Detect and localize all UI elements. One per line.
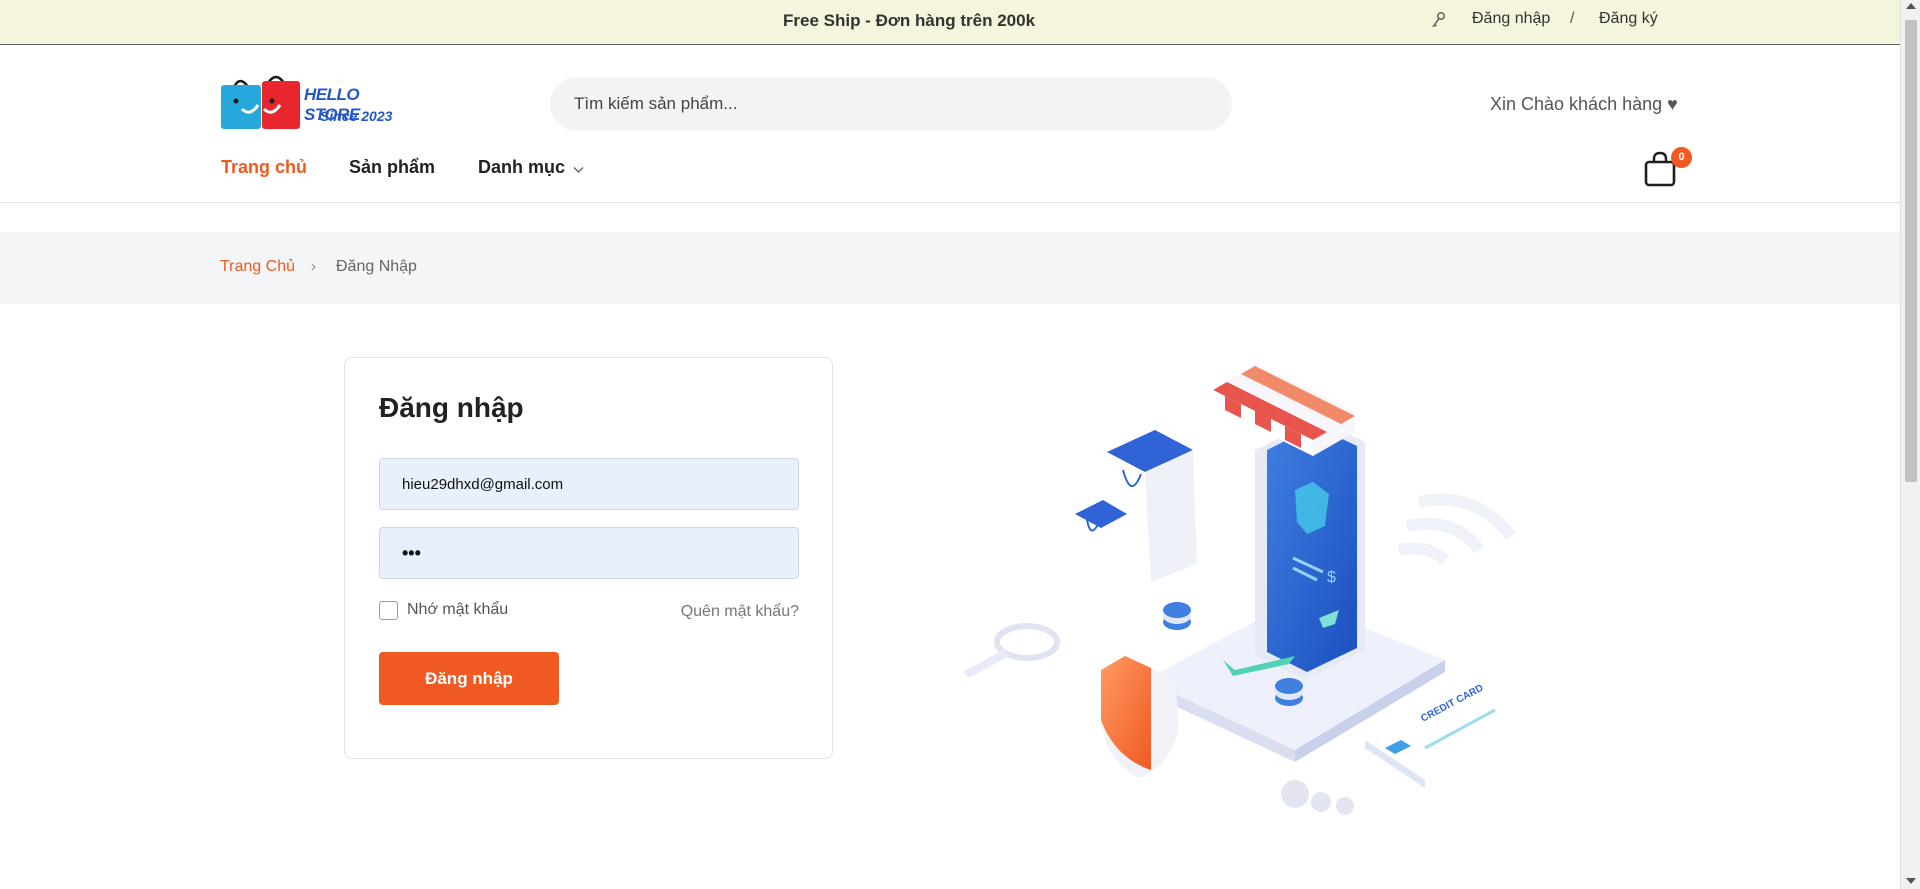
scroll-up-arrow-icon[interactable] <box>1906 3 1916 9</box>
chevron-down-icon[interactable] <box>573 166 584 174</box>
login-title: Đăng nhập <box>379 392 524 423</box>
cart-count-badge: 0 <box>1671 147 1692 168</box>
wifi-shape <box>1397 493 1516 565</box>
page-scrollbar[interactable] <box>1900 0 1920 889</box>
scroll-down-arrow-icon[interactable] <box>1906 878 1916 884</box>
site-header: HELLO STORE Since 2023 Xin Chào khách hà… <box>0 45 1900 203</box>
nav-categories[interactable]: Danh mục <box>478 157 565 178</box>
breadcrumb-current: Đăng Nhập <box>336 258 417 275</box>
breadcrumb-separator: › <box>311 258 316 275</box>
shopping-bags-logo-icon <box>221 75 300 129</box>
gears-shape <box>1281 780 1354 815</box>
nav-home[interactable]: Trang chủ <box>221 157 307 178</box>
store-logo[interactable]: HELLO STORE Since 2023 <box>220 73 415 133</box>
email-field[interactable] <box>379 458 799 510</box>
greeting-text: Xin Chào khách hàng ♥ <box>1490 94 1678 114</box>
nav-products[interactable]: Sản phẩm <box>349 157 435 178</box>
free-ship-promo: Free Ship - Đơn hàng trên 200k <box>783 11 1036 30</box>
breadcrumb: Trang Chủ › Đăng Nhập <box>0 232 1900 304</box>
shopping-bags-shape <box>1075 430 1197 586</box>
remember-me-label: Nhớ mật khẩu <box>407 601 509 618</box>
topbar-login-link[interactable]: Đăng nhập <box>1472 10 1550 28</box>
key-icon <box>1432 12 1445 28</box>
online-store-illustration: $ CREDIT CARD <box>963 364 1545 815</box>
search-input[interactable] <box>550 77 1232 131</box>
svg-text:$: $ <box>1327 569 1336 586</box>
topbar-register-link[interactable]: Đăng ký <box>1599 10 1658 28</box>
forgot-password-link[interactable]: Quên mật khẩu? <box>681 603 799 621</box>
breadcrumb-home-link[interactable]: Trang Chủ <box>220 258 295 276</box>
login-card: Đăng nhập Nhớ mật khẩu Quên mật khẩu? Đă… <box>344 357 833 759</box>
remember-me-checkbox[interactable] <box>379 601 398 620</box>
auth-separator: / <box>1570 10 1575 27</box>
magnifier-shape <box>963 623 1060 678</box>
password-field[interactable] <box>379 527 799 579</box>
scrollbar-thumb[interactable] <box>1905 20 1917 482</box>
login-submit-button[interactable]: Đăng nhập <box>379 652 559 705</box>
top-bar: Free Ship - Đơn hàng trên 200k Đăng nhập… <box>0 0 1900 45</box>
logo-since-text: Since 2023 <box>320 108 393 124</box>
phone-shape: $ <box>1255 420 1365 680</box>
